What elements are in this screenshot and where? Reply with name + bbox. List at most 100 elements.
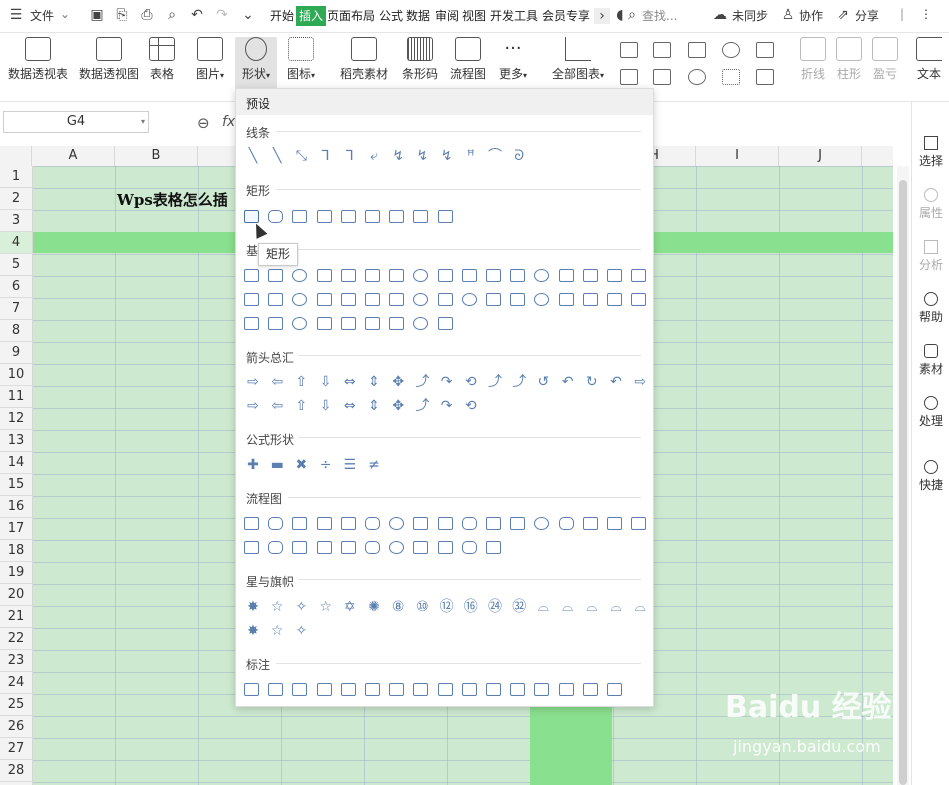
arrows-shape-icon[interactable]: ✥ (389, 399, 407, 413)
icon-library-button[interactable]: 图标▾ (284, 37, 318, 82)
row-header-7[interactable]: 7 (0, 298, 32, 320)
stars-shape-icon[interactable]: ⑫ (438, 600, 456, 614)
stars-shape-icon[interactable]: ✧ (292, 624, 310, 638)
lines-shape-icon[interactable]: ↯ (413, 149, 431, 163)
text-button[interactable]: 文本 (912, 37, 946, 82)
callout-shape-icon[interactable] (558, 683, 574, 696)
flowchart-shape-icon[interactable] (292, 517, 308, 530)
search-icon[interactable]: ⌕ (624, 7, 640, 23)
basic-shape-icon[interactable] (631, 293, 647, 306)
basic-shape-icon[interactable] (631, 269, 647, 282)
collaborate-icon[interactable]: ♙ (780, 7, 796, 23)
basic-shape-icon[interactable] (534, 293, 550, 306)
basic-shape-icon[interactable] (389, 293, 405, 306)
tab-member[interactable]: 会员专享 (541, 6, 591, 26)
row-header-28[interactable]: 28 (0, 760, 32, 782)
flowchart-shape-icon[interactable] (340, 541, 356, 554)
basic-shape-icon[interactable] (340, 269, 356, 282)
flowchart-shape-icon[interactable] (268, 541, 284, 554)
flowchart-shape-icon[interactable] (510, 517, 526, 530)
export-pdf-icon[interactable]: ⎘ (114, 7, 130, 23)
stars-shape-icon[interactable]: ⌓ (583, 600, 601, 614)
basic-shape-icon[interactable] (316, 269, 332, 282)
callout-shape-icon[interactable] (510, 683, 526, 696)
callout-shape-icon[interactable] (437, 683, 453, 696)
lines-shape-icon[interactable]: ꟸ (462, 149, 480, 163)
chevron-down-icon[interactable]: ⌄ (60, 7, 70, 21)
arrows-shape-icon[interactable]: ↶ (607, 375, 625, 389)
stars-shape-icon[interactable]: ⌓ (631, 600, 649, 614)
sync-status[interactable]: 未同步 (732, 7, 768, 24)
lines-shape-icon[interactable]: ↯ (438, 149, 456, 163)
basic-shape-icon[interactable] (292, 317, 308, 330)
tab-start[interactable]: 开始 (269, 6, 295, 26)
properties-panel-button[interactable]: 属性 (912, 188, 949, 221)
arrows-shape-icon[interactable]: ⇦ (268, 375, 286, 389)
callout-shape-icon[interactable] (340, 683, 356, 696)
callout-shape-icon[interactable] (486, 683, 501, 696)
eq-shape-icon[interactable]: ☰ (341, 458, 359, 472)
scrollbar-thumb[interactable] (899, 180, 907, 785)
flowchart-shape-icon[interactable] (461, 541, 477, 554)
callout-shape-icon[interactable] (461, 683, 477, 696)
tab-view[interactable]: 视图 (461, 6, 487, 26)
basic-shape-icon[interactable] (316, 317, 332, 330)
basic-shape-icon[interactable] (558, 269, 574, 282)
stars-shape-icon[interactable]: ㉜ (510, 600, 528, 614)
flowchart-shape-icon[interactable] (582, 517, 598, 530)
callout-shape-icon[interactable] (316, 683, 332, 696)
basic-shape-icon[interactable] (558, 293, 574, 306)
basic-shape-icon[interactable] (461, 293, 477, 306)
callout-shape-icon[interactable] (534, 683, 550, 696)
arrows-shape-icon[interactable]: ↻ (583, 375, 601, 389)
basic-shape-icon[interactable] (607, 293, 622, 306)
share-button[interactable]: 分享 (855, 7, 879, 24)
lines-shape-icon[interactable]: ⤶ (365, 149, 383, 163)
lines-shape-icon[interactable]: ᘐ (510, 149, 528, 163)
basic-shape-icon[interactable] (365, 269, 380, 282)
basic-shape-icon[interactable] (437, 269, 453, 282)
table-button[interactable]: 表格 (147, 37, 177, 82)
callout-shape-icon[interactable] (582, 683, 598, 696)
row-header-1[interactable]: 1 (0, 166, 32, 188)
row-header-2[interactable]: 2 (0, 188, 32, 210)
eq-shape-icon[interactable]: ✚ (244, 458, 262, 472)
basic-shape-icon[interactable] (244, 293, 259, 306)
row-header-20[interactable]: 20 (0, 584, 32, 606)
flowchart-shape-icon[interactable] (461, 517, 477, 530)
basic-shape-icon[interactable] (365, 293, 380, 306)
sparkline-column-button[interactable]: 柱形 (834, 37, 864, 82)
search-input[interactable]: 查找... (642, 7, 677, 24)
flowchart-shape-icon[interactable] (244, 541, 259, 554)
row-header-9[interactable]: 9 (0, 342, 32, 364)
callout-shape-icon[interactable] (244, 683, 259, 696)
arrows-shape-icon[interactable]: ⇧ (292, 399, 310, 413)
lines-shape-icon[interactable]: ↯ (389, 149, 407, 163)
eq-shape-icon[interactable]: ÷ (317, 458, 335, 472)
basic-shape-icon[interactable] (607, 269, 622, 282)
arrows-shape-icon[interactable]: ✥ (389, 375, 407, 389)
stars-shape-icon[interactable]: ⌓ (534, 600, 552, 614)
arrows-shape-icon[interactable]: ⇨ (631, 375, 649, 389)
combo-chart-icon[interactable] (653, 69, 671, 85)
basic-shape-icon[interactable] (340, 317, 356, 330)
radar-chart-icon[interactable] (722, 42, 740, 58)
arrows-shape-icon[interactable]: ⤴ (413, 399, 431, 413)
lines-shape-icon[interactable]: ╲ (244, 149, 262, 163)
basic-shape-icon[interactable] (413, 293, 429, 306)
stars-shape-icon[interactable]: ⑧ (389, 600, 407, 614)
print-preview-icon[interactable]: ⌕ (164, 7, 180, 23)
more-menu-icon[interactable]: ⋮ (920, 7, 932, 21)
flowchart-shape-icon[interactable] (437, 541, 453, 554)
basic-shape-icon[interactable] (413, 317, 429, 330)
basic-shape-icon[interactable] (486, 269, 501, 282)
lines-shape-icon[interactable]: ⤡ (292, 149, 310, 163)
callout-shape-icon[interactable] (389, 683, 405, 696)
row-header-11[interactable]: 11 (0, 386, 32, 408)
zoom-formula-icon[interactable]: ⊖ (197, 114, 210, 132)
stars-shape-icon[interactable]: ⑩ (413, 600, 431, 614)
flowchart-shape-icon[interactable] (365, 517, 380, 530)
file-menu[interactable]: 文件 (30, 7, 54, 24)
basic-shape-icon[interactable] (389, 317, 405, 330)
basic-shape-icon[interactable] (244, 317, 259, 330)
